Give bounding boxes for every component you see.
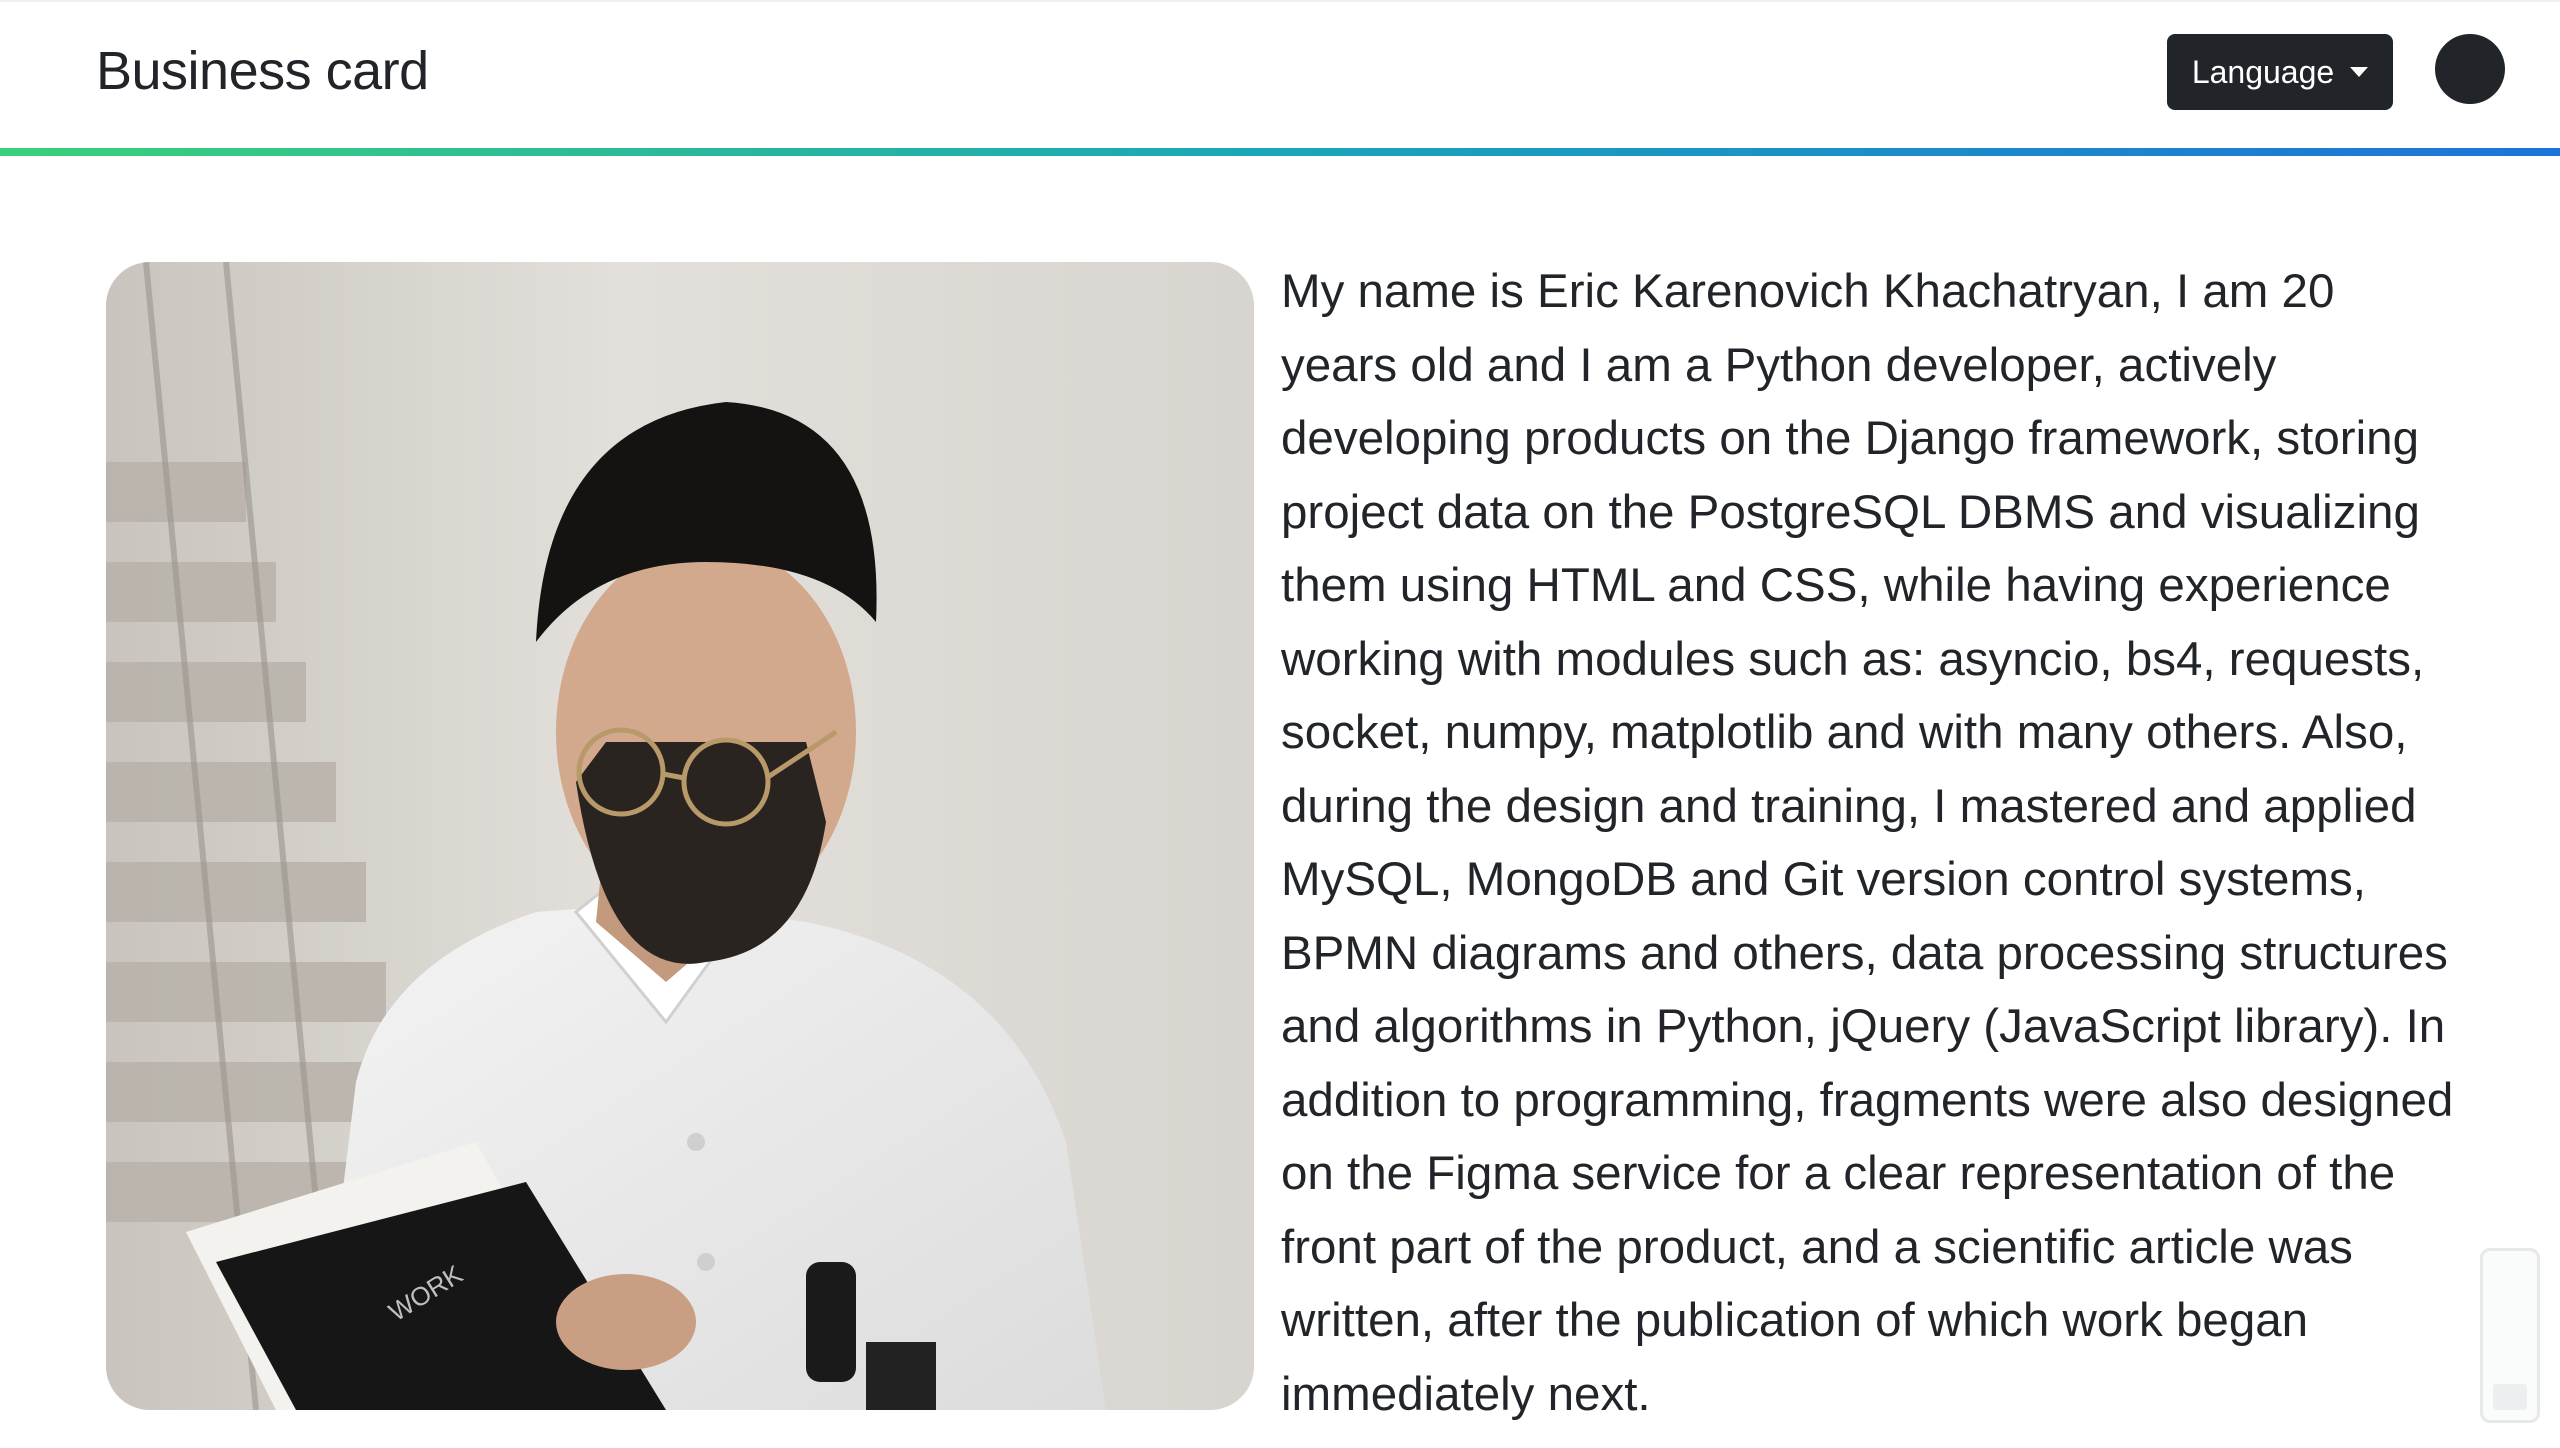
brand-title[interactable]: Business card (96, 40, 429, 102)
scroll-indicator[interactable] (2480, 1248, 2540, 1423)
bio-text: My name is Eric Karenovich Khachatryan, … (1281, 265, 2454, 1421)
profile-photo: WORK (106, 262, 1254, 1410)
header-accent-line (0, 148, 2560, 156)
language-dropdown-button[interactable]: Language (2167, 34, 2393, 110)
navbar: Business card Language (0, 0, 2560, 150)
scroll-thumb[interactable] (2493, 1384, 2527, 1410)
caret-down-icon (2350, 67, 2369, 77)
avatar-circle-icon[interactable] (2435, 34, 2505, 104)
language-button-label: Language (2191, 53, 2335, 90)
